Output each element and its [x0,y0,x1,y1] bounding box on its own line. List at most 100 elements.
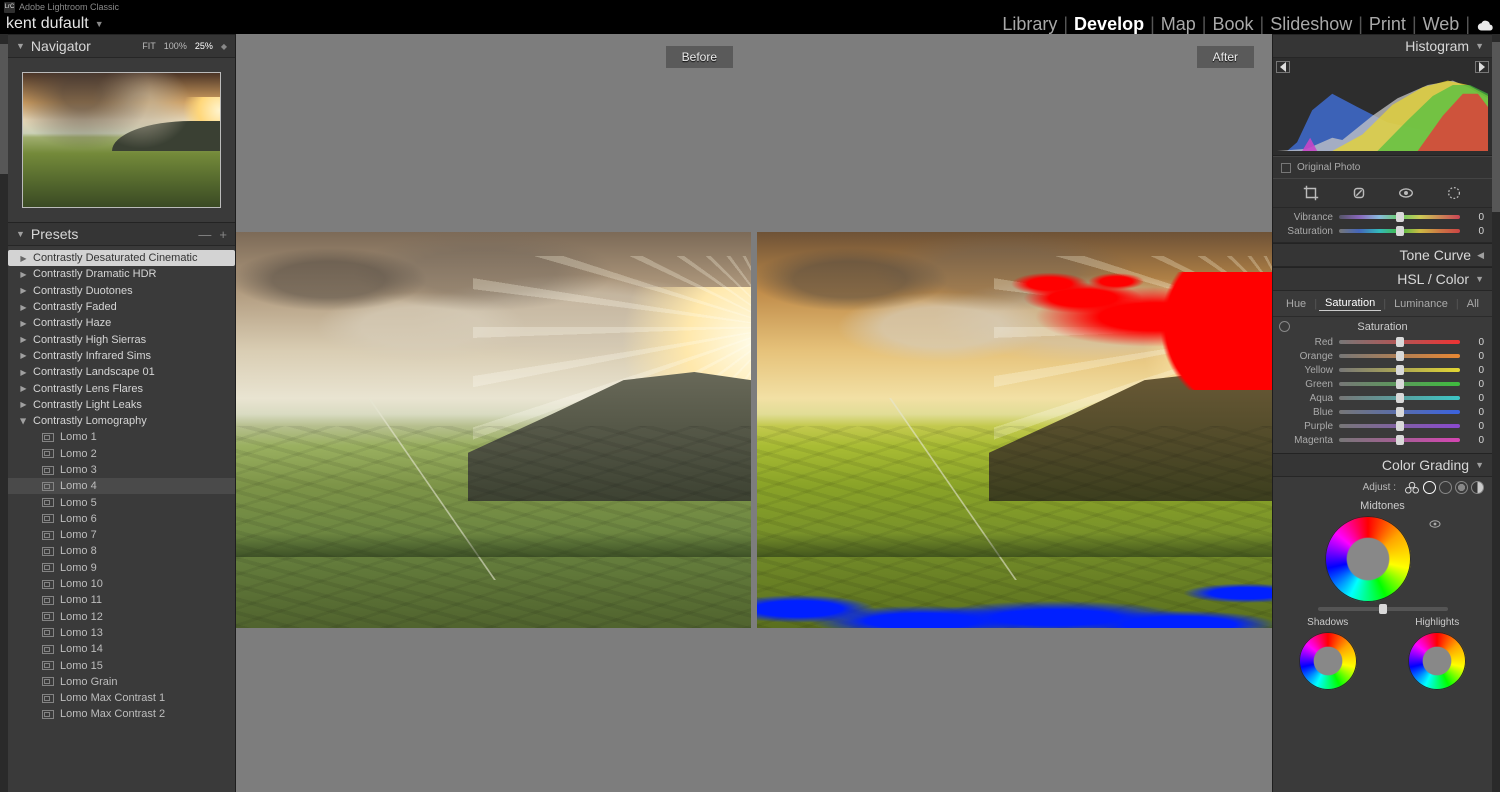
preset-item[interactable]: Lomo 15 [8,657,235,673]
module-web[interactable]: Web [1417,14,1466,35]
hsl-magenta-slider[interactable]: Magenta0 [1273,433,1492,447]
saturation-slider[interactable]: Saturation 0 [1273,224,1492,238]
preset-item[interactable]: Lomo 2 [8,446,235,462]
preset-folder[interactable]: ▶Contrastly Lomography [8,413,235,429]
navigator-fit[interactable]: FIT [142,41,156,51]
preset-item[interactable]: Lomo 1 [8,429,235,445]
preset-item[interactable]: Lomo Max Contrast 1 [8,690,235,706]
preset-folder[interactable]: ▶Contrastly Landscape 01 [8,364,235,380]
redeye-tool-icon[interactable] [1397,184,1415,202]
preset-thumb-icon [42,433,54,442]
cg-mode-3way-icon[interactable] [1404,481,1420,494]
preset-item-label: Lomo 5 [60,497,97,509]
right-scrollbar[interactable] [1492,34,1500,792]
module-book[interactable]: Book [1206,14,1259,35]
crop-tool-icon[interactable] [1302,184,1320,202]
vibrance-slider[interactable]: Vibrance 0 [1273,210,1492,224]
preset-folder[interactable]: ▶Contrastly Faded [8,299,235,315]
preset-item-label: Lomo 7 [60,529,97,541]
hsl-orange-slider[interactable]: Orange0 [1273,349,1492,363]
highlight-clip-toggle[interactable] [1475,61,1489,73]
preset-item[interactable]: Lomo 5 [8,494,235,510]
module-map[interactable]: Map [1155,14,1202,35]
preset-item-label: Lomo 11 [60,594,102,606]
cg-midtones-luminance-slider[interactable] [1318,607,1448,611]
hsl-tab-hue[interactable]: Hue [1280,297,1312,311]
navigator-thumbnail[interactable] [22,72,221,208]
presets-minus-icon[interactable]: — [198,227,211,242]
cg-mode-midtones-icon[interactable] [1439,481,1452,494]
preset-folder[interactable]: ▶Contrastly Infrared Sims [8,348,235,364]
preset-item[interactable]: Lomo 3 [8,462,235,478]
preset-item[interactable]: Lomo Grain [8,674,235,690]
cg-shadows-wheel[interactable] [1299,632,1357,690]
preset-item[interactable]: Lomo 6 [8,511,235,527]
original-photo-checkbox[interactable] [1281,163,1291,173]
preset-folder[interactable]: ▶Contrastly Light Leaks [8,397,235,413]
hsl-blue-slider[interactable]: Blue0 [1273,405,1492,419]
hsl-header[interactable]: HSL / Color▼ [1273,267,1492,291]
hsl-yellow-slider[interactable]: Yellow0 [1273,363,1492,377]
zoom-step-icon[interactable]: ◆ [221,42,227,51]
navigator-100[interactable]: 100% [164,41,187,51]
mask-tool-icon[interactable] [1445,184,1463,202]
preset-item[interactable]: Lomo 8 [8,543,235,559]
preset-folder[interactable]: ▶Contrastly High Sierras [8,331,235,347]
identity-name[interactable]: kent dufault [6,15,89,33]
cloud-sync-icon[interactable] [1476,17,1494,31]
preset-item[interactable]: Lomo 10 [8,576,235,592]
preset-item[interactable]: Lomo 11 [8,592,235,608]
navigator-header[interactable]: ▼Navigator FIT 100% 25% ◆ [8,34,235,58]
hsl-purple-slider[interactable]: Purple0 [1273,419,1492,433]
targeted-adjust-icon[interactable] [1279,321,1290,332]
module-develop[interactable]: Develop [1068,14,1150,35]
shadow-clip-toggle[interactable] [1276,61,1290,73]
preset-folder[interactable]: ▶Contrastly Duotones [8,283,235,299]
cg-mode-highlights-icon[interactable] [1455,481,1468,494]
preset-folder[interactable]: ▶Contrastly Haze [8,315,235,331]
preset-folder[interactable]: ▶Contrastly Dramatic HDR [8,266,235,282]
module-print[interactable]: Print [1363,14,1412,35]
after-pane[interactable]: After [757,38,1272,788]
identity-menu-icon[interactable]: ▼ [95,19,104,29]
presets-plus-icon[interactable]: + [219,227,227,242]
preset-thumb-icon [42,661,54,670]
hsl-tab-saturation[interactable]: Saturation [1319,296,1381,311]
color-grading-header[interactable]: Color Grading▼ [1273,453,1492,477]
preset-thumb-icon [42,612,54,621]
original-photo-row[interactable]: Original Photo [1273,156,1492,178]
heal-tool-icon[interactable] [1350,184,1368,202]
hsl-tab-luminance[interactable]: Luminance [1388,297,1454,311]
presets-header[interactable]: ▼Presets —+ [8,222,235,246]
tone-curve-header[interactable]: Tone Curve◀ [1273,243,1492,267]
preset-folder[interactable]: ▶Contrastly Desaturated Cinematic [8,250,235,266]
preset-item[interactable]: Lomo 12 [8,609,235,625]
histogram[interactable] [1273,58,1492,156]
preset-item[interactable]: Lomo 14 [8,641,235,657]
preset-item[interactable]: Lomo Max Contrast 2 [8,706,235,722]
hsl-aqua-slider[interactable]: Aqua0 [1273,391,1492,405]
visibility-eye-icon[interactable] [1429,518,1441,530]
before-pane[interactable]: Before [236,38,751,788]
cg-mode-shadows-icon[interactable] [1423,481,1436,494]
hsl-red-slider[interactable]: Red0 [1273,335,1492,349]
preset-folder[interactable]: ▶Contrastly Lens Flares [8,380,235,396]
preset-item[interactable]: Lomo 13 [8,625,235,641]
preset-thumb-icon [42,531,54,540]
histogram-header[interactable]: Histogram▼ [1273,34,1492,58]
navigator-zoom[interactable]: 25% [195,41,213,51]
hsl-tab-all[interactable]: All [1461,297,1485,311]
module-library[interactable]: Library [996,14,1063,35]
left-scrollbar[interactable] [0,34,8,792]
module-slideshow[interactable]: Slideshow [1264,14,1358,35]
chevron-down-icon: ▼ [1475,274,1484,284]
hsl-green-slider[interactable]: Green0 [1273,377,1492,391]
chevron-right-icon: ▶ [20,335,27,344]
cg-midtones-wheel[interactable] [1325,516,1411,602]
preset-item[interactable]: Lomo 9 [8,560,235,576]
preset-item[interactable]: Lomo 4 [8,478,235,494]
cg-highlights-wheel[interactable] [1408,632,1466,690]
preset-item[interactable]: Lomo 7 [8,527,235,543]
cg-mode-global-icon[interactable] [1471,481,1484,494]
preset-item-label: Lomo Max Contrast 2 [60,708,165,720]
